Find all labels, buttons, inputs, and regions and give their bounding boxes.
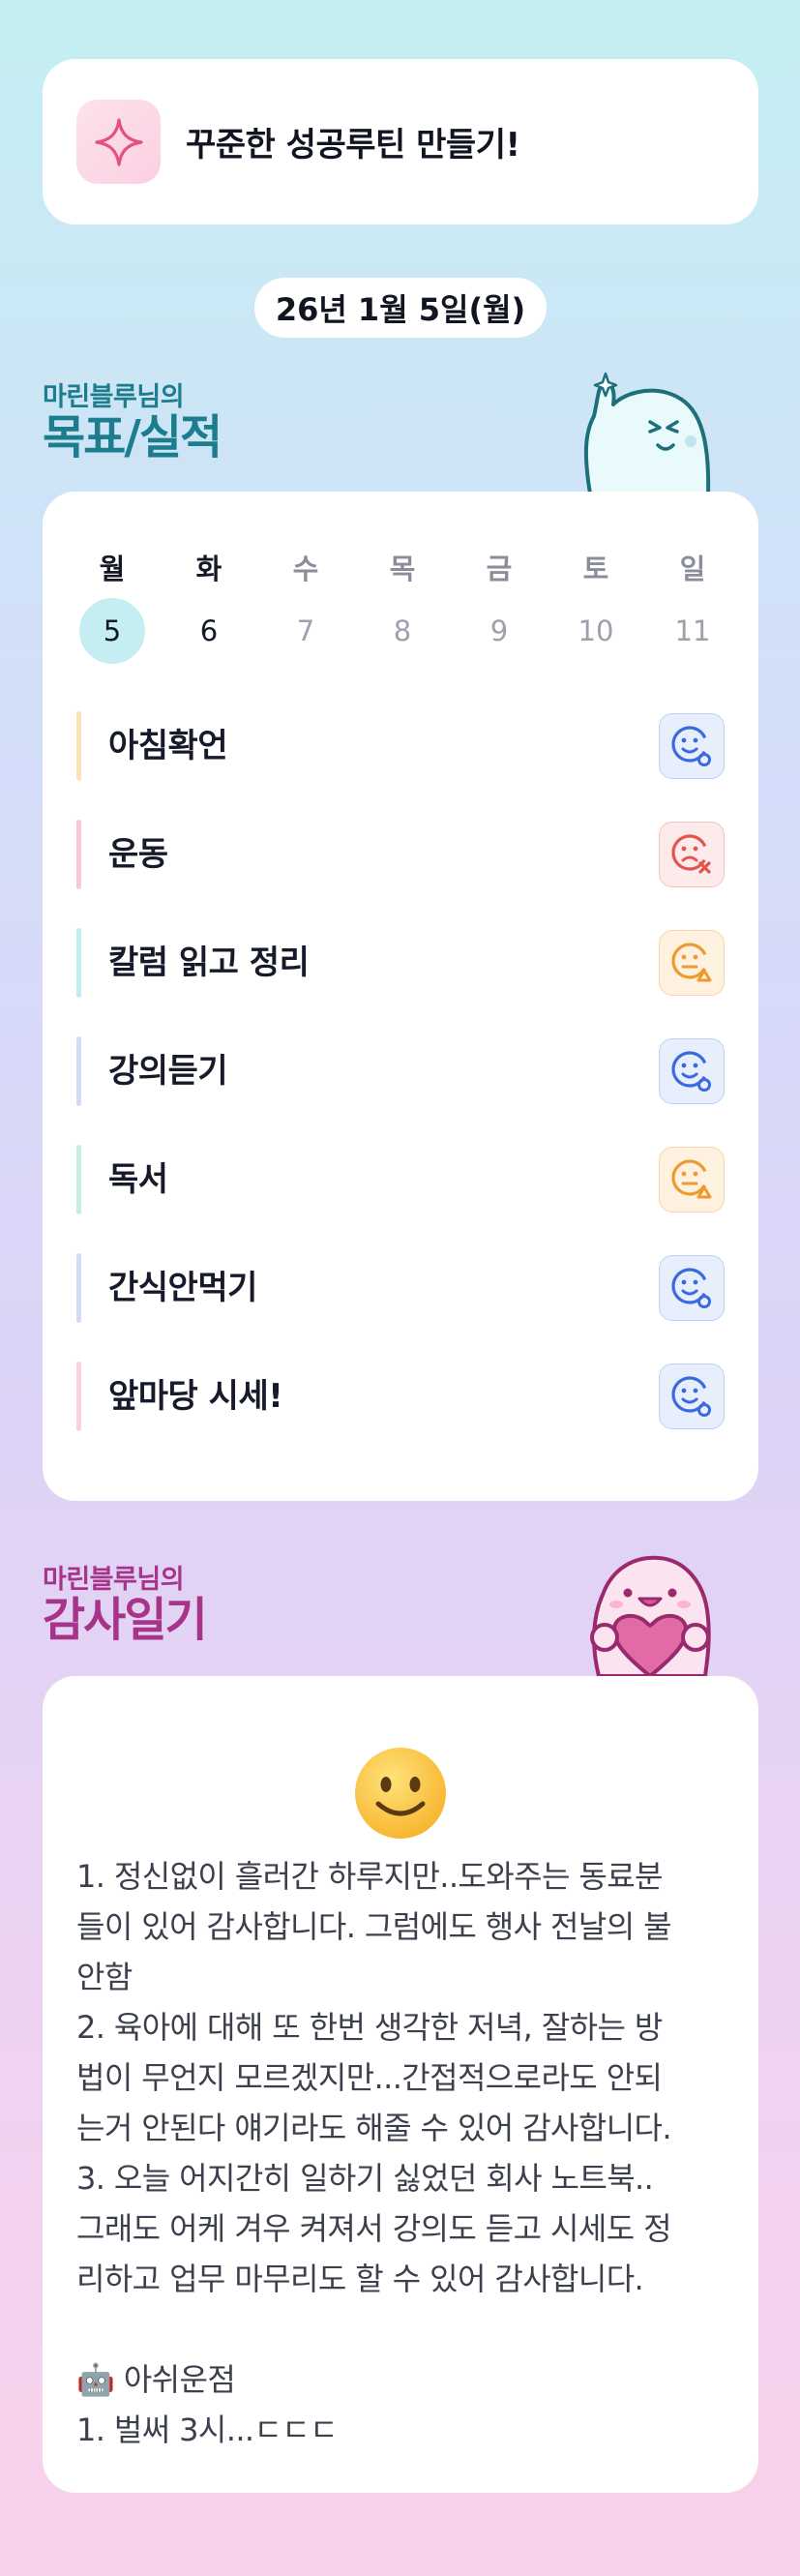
- gratitude-blank-line: [76, 2304, 734, 2354]
- goal-row[interactable]: 앞마당 시세!: [76, 1362, 725, 1431]
- heart-mascot-illustration: [566, 1548, 730, 1678]
- gratitude-line: 안함: [76, 1959, 133, 1995]
- goal-label: 간식안먹기: [108, 1269, 257, 1307]
- sparkle-icon: [76, 100, 161, 184]
- weekday-sat: 토: [582, 553, 609, 585]
- goal-row[interactable]: 강의듣기: [76, 1036, 725, 1106]
- smile-check-icon[interactable]: [659, 1255, 725, 1321]
- date-6[interactable]: 6: [176, 598, 242, 664]
- routine-banner[interactable]: 꾸준한 성공루틴 만들기!: [43, 59, 758, 225]
- smiley-face-icon: [353, 1746, 448, 1844]
- weekday-tue: 화: [195, 553, 222, 585]
- gratitude-section-header: 마린블루님의 감사일기: [43, 1558, 208, 1647]
- gratitude-line: 3. 오늘 어지간히 일하기 싫었던 회사 노트북..: [76, 2160, 654, 2197]
- waving-mascot-illustration: [571, 366, 726, 495]
- goal-color-bar: [76, 1362, 81, 1431]
- goal-label: 아침확언: [108, 727, 228, 765]
- gratitude-entry[interactable]: 1. 정신없이 흘러간 하루지만..도와주는 동료분 들이 있어 감사합니다. …: [76, 1851, 734, 2455]
- goal-color-bar: [76, 1145, 81, 1214]
- goals-section-subtitle: 마린블루님의: [43, 382, 185, 412]
- date-8[interactable]: 8: [370, 598, 435, 664]
- gratitude-line: 들이 있어 감사합니다. 그럼에도 행사 전날의 불: [76, 1908, 672, 1945]
- date-9[interactable]: 9: [466, 598, 532, 664]
- gratitude-card: 1. 정신없이 흘러간 하루지만..도와주는 동료분 들이 있어 감사합니다. …: [43, 1676, 758, 2493]
- date-7[interactable]: 7: [273, 598, 339, 664]
- meh-triangle-icon[interactable]: [659, 1147, 725, 1213]
- goal-color-bar: [76, 1253, 81, 1323]
- regret-line: 1. 벌써 3시...ㄷㄷㄷ: [76, 2411, 339, 2448]
- gratitude-line: 1. 정신없이 흘러간 하루지만..도와주는 동료분: [76, 1858, 663, 1895]
- goals-section-title: 목표/실적: [43, 410, 222, 464]
- goal-row[interactable]: 독서: [76, 1145, 725, 1214]
- smile-check-icon[interactable]: [659, 1038, 725, 1104]
- weekday-fri: 금: [486, 553, 513, 585]
- goal-color-bar: [76, 711, 81, 781]
- gratitude-line: 는거 안된다 얘기라도 해줄 수 있어 감사합니다.: [76, 2110, 672, 2146]
- goal-color-bar: [76, 820, 81, 889]
- weekday-thu: 목: [389, 553, 416, 585]
- goal-row[interactable]: 아침확언: [76, 711, 725, 781]
- smile-check-icon[interactable]: [659, 1363, 725, 1429]
- weekday-sun: 일: [679, 553, 706, 585]
- gratitude-line: 그래도 어케 겨우 켜져서 강의도 듣고 시세도 정: [76, 2210, 672, 2247]
- gratitude-section-title: 감사일기: [43, 1593, 208, 1647]
- meh-triangle-icon[interactable]: [659, 930, 725, 996]
- goal-color-bar: [76, 1036, 81, 1106]
- date-5-selected[interactable]: 5: [79, 598, 145, 664]
- date-selector[interactable]: 26년 1월 5일(월): [254, 278, 547, 338]
- goal-label: 운동: [108, 835, 168, 874]
- frown-x-icon[interactable]: [659, 822, 725, 887]
- gratitude-line: 2. 육아에 대해 또 한번 생각한 저녁, 잘하는 방: [76, 2009, 663, 2046]
- goal-row[interactable]: 칼럼 읽고 정리: [76, 928, 725, 998]
- weekday-mon: 월: [99, 553, 126, 585]
- gratitude-section-subtitle: 마린블루님의: [43, 1565, 185, 1595]
- weekday-wed: 수: [292, 553, 319, 585]
- goal-row[interactable]: 운동: [76, 820, 725, 889]
- goal-label: 칼럼 읽고 정리: [108, 944, 310, 982]
- goal-row[interactable]: 간식안먹기: [76, 1253, 725, 1323]
- date-10[interactable]: 10: [563, 598, 629, 664]
- goal-color-bar: [76, 928, 81, 998]
- regret-heading: 🤖 아쉬운점: [76, 2361, 236, 2398]
- goals-card: 월 화 수 목 금 토 일 5 6 7 8 9 10 11 아침확언 운동 칼럼…: [43, 492, 758, 1501]
- date-11[interactable]: 11: [660, 598, 726, 664]
- goal-label: 강의듣기: [108, 1052, 228, 1091]
- goal-label: 독서: [108, 1160, 168, 1199]
- gratitude-line: 리하고 업무 마무리도 할 수 있어 감사합니다.: [76, 2261, 644, 2297]
- goal-label: 앞마당 시세!: [108, 1377, 283, 1416]
- goals-section-header: 마린블루님의 목표/실적: [43, 375, 222, 464]
- banner-title: 꾸준한 성공루틴 만들기!: [186, 126, 520, 165]
- gratitude-line: 법이 무언지 모르겠지만...간접적으로라도 안되: [76, 2059, 663, 2096]
- smile-check-icon[interactable]: [659, 713, 725, 779]
